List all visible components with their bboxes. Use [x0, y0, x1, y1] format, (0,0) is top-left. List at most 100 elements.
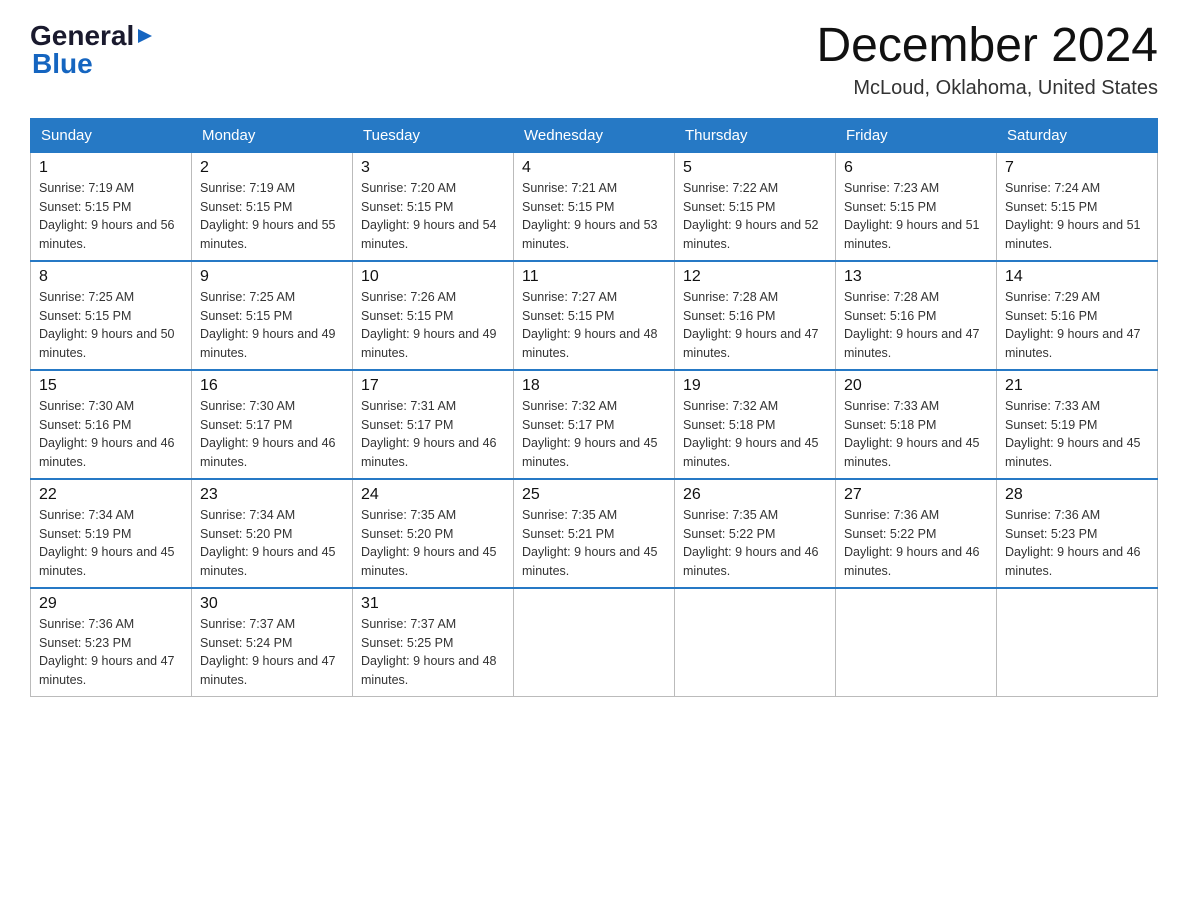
- sunset-label: Sunset: 5:15 PM: [39, 200, 131, 214]
- sunset-label: Sunset: 5:18 PM: [683, 418, 775, 432]
- sunrise-label: Sunrise: 7:20 AM: [361, 181, 456, 195]
- daylight-label: Daylight: 9 hours and 55 minutes.: [200, 218, 336, 251]
- sunrise-label: Sunrise: 7:36 AM: [844, 508, 939, 522]
- day-number: 13: [844, 268, 988, 286]
- sunrise-label: Sunrise: 7:36 AM: [1005, 508, 1100, 522]
- header-sunday: Sunday: [31, 118, 192, 152]
- header-saturday: Saturday: [997, 118, 1158, 152]
- day-info: Sunrise: 7:32 AM Sunset: 5:18 PM Dayligh…: [683, 397, 827, 472]
- daylight-label: Daylight: 9 hours and 53 minutes.: [522, 218, 658, 251]
- sunrise-label: Sunrise: 7:27 AM: [522, 290, 617, 304]
- day-info: Sunrise: 7:28 AM Sunset: 5:16 PM Dayligh…: [844, 288, 988, 363]
- sunrise-label: Sunrise: 7:26 AM: [361, 290, 456, 304]
- calendar-day-cell: [997, 588, 1158, 697]
- day-number: 31: [361, 595, 505, 613]
- daylight-label: Daylight: 9 hours and 56 minutes.: [39, 218, 175, 251]
- sunrise-label: Sunrise: 7:24 AM: [1005, 181, 1100, 195]
- calendar-week-row: 22 Sunrise: 7:34 AM Sunset: 5:19 PM Dayl…: [31, 479, 1158, 588]
- calendar-day-cell: 21 Sunrise: 7:33 AM Sunset: 5:19 PM Dayl…: [997, 370, 1158, 479]
- day-info: Sunrise: 7:20 AM Sunset: 5:15 PM Dayligh…: [361, 179, 505, 254]
- logo-line2: Blue: [30, 48, 154, 80]
- calendar-day-cell: 8 Sunrise: 7:25 AM Sunset: 5:15 PM Dayli…: [31, 261, 192, 370]
- day-info: Sunrise: 7:25 AM Sunset: 5:15 PM Dayligh…: [200, 288, 344, 363]
- calendar-day-cell: 3 Sunrise: 7:20 AM Sunset: 5:15 PM Dayli…: [353, 152, 514, 261]
- day-number: 30: [200, 595, 344, 613]
- logo-arrow-icon: [136, 27, 154, 45]
- day-info: Sunrise: 7:23 AM Sunset: 5:15 PM Dayligh…: [844, 179, 988, 254]
- sunset-label: Sunset: 5:16 PM: [683, 309, 775, 323]
- sunset-label: Sunset: 5:15 PM: [361, 200, 453, 214]
- calendar-day-cell: 18 Sunrise: 7:32 AM Sunset: 5:17 PM Dayl…: [514, 370, 675, 479]
- daylight-label: Daylight: 9 hours and 45 minutes.: [844, 436, 980, 469]
- weekday-header-row: Sunday Monday Tuesday Wednesday Thursday…: [31, 118, 1158, 152]
- sunrise-label: Sunrise: 7:22 AM: [683, 181, 778, 195]
- daylight-label: Daylight: 9 hours and 49 minutes.: [200, 327, 336, 360]
- day-info: Sunrise: 7:36 AM Sunset: 5:23 PM Dayligh…: [1005, 506, 1149, 581]
- daylight-label: Daylight: 9 hours and 47 minutes.: [1005, 327, 1141, 360]
- day-info: Sunrise: 7:37 AM Sunset: 5:24 PM Dayligh…: [200, 615, 344, 690]
- header-friday: Friday: [836, 118, 997, 152]
- day-number: 3: [361, 159, 505, 177]
- day-number: 8: [39, 268, 183, 286]
- day-number: 11: [522, 268, 666, 286]
- calendar-week-row: 8 Sunrise: 7:25 AM Sunset: 5:15 PM Dayli…: [31, 261, 1158, 370]
- sunrise-label: Sunrise: 7:19 AM: [39, 181, 134, 195]
- location-title: McLoud, Oklahoma, United States: [816, 77, 1158, 100]
- sunset-label: Sunset: 5:17 PM: [361, 418, 453, 432]
- header-monday: Monday: [192, 118, 353, 152]
- calendar-day-cell: 11 Sunrise: 7:27 AM Sunset: 5:15 PM Dayl…: [514, 261, 675, 370]
- sunrise-label: Sunrise: 7:30 AM: [39, 399, 134, 413]
- calendar-day-cell: 23 Sunrise: 7:34 AM Sunset: 5:20 PM Dayl…: [192, 479, 353, 588]
- calendar-day-cell: 14 Sunrise: 7:29 AM Sunset: 5:16 PM Dayl…: [997, 261, 1158, 370]
- calendar-day-cell: 17 Sunrise: 7:31 AM Sunset: 5:17 PM Dayl…: [353, 370, 514, 479]
- sunrise-label: Sunrise: 7:28 AM: [844, 290, 939, 304]
- sunset-label: Sunset: 5:19 PM: [39, 527, 131, 541]
- day-info: Sunrise: 7:35 AM Sunset: 5:22 PM Dayligh…: [683, 506, 827, 581]
- calendar-day-cell: [836, 588, 997, 697]
- sunset-label: Sunset: 5:18 PM: [844, 418, 936, 432]
- daylight-label: Daylight: 9 hours and 51 minutes.: [844, 218, 980, 251]
- day-info: Sunrise: 7:27 AM Sunset: 5:15 PM Dayligh…: [522, 288, 666, 363]
- sunrise-label: Sunrise: 7:35 AM: [683, 508, 778, 522]
- calendar-week-row: 15 Sunrise: 7:30 AM Sunset: 5:16 PM Dayl…: [31, 370, 1158, 479]
- day-info: Sunrise: 7:33 AM Sunset: 5:18 PM Dayligh…: [844, 397, 988, 472]
- calendar-day-cell: 6 Sunrise: 7:23 AM Sunset: 5:15 PM Dayli…: [836, 152, 997, 261]
- day-number: 18: [522, 377, 666, 395]
- calendar-day-cell: 30 Sunrise: 7:37 AM Sunset: 5:24 PM Dayl…: [192, 588, 353, 697]
- sunset-label: Sunset: 5:15 PM: [200, 200, 292, 214]
- day-info: Sunrise: 7:28 AM Sunset: 5:16 PM Dayligh…: [683, 288, 827, 363]
- calendar-day-cell: 4 Sunrise: 7:21 AM Sunset: 5:15 PM Dayli…: [514, 152, 675, 261]
- day-number: 14: [1005, 268, 1149, 286]
- month-title: December 2024: [816, 20, 1158, 73]
- day-number: 22: [39, 486, 183, 504]
- header-thursday: Thursday: [675, 118, 836, 152]
- day-info: Sunrise: 7:24 AM Sunset: 5:15 PM Dayligh…: [1005, 179, 1149, 254]
- day-number: 23: [200, 486, 344, 504]
- sunrise-label: Sunrise: 7:37 AM: [361, 617, 456, 631]
- day-info: Sunrise: 7:29 AM Sunset: 5:16 PM Dayligh…: [1005, 288, 1149, 363]
- sunset-label: Sunset: 5:16 PM: [844, 309, 936, 323]
- calendar-day-cell: 12 Sunrise: 7:28 AM Sunset: 5:16 PM Dayl…: [675, 261, 836, 370]
- sunrise-label: Sunrise: 7:36 AM: [39, 617, 134, 631]
- day-number: 16: [200, 377, 344, 395]
- day-number: 29: [39, 595, 183, 613]
- calendar-day-cell: 9 Sunrise: 7:25 AM Sunset: 5:15 PM Dayli…: [192, 261, 353, 370]
- day-number: 25: [522, 486, 666, 504]
- calendar-day-cell: [675, 588, 836, 697]
- calendar-day-cell: [514, 588, 675, 697]
- sunrise-label: Sunrise: 7:21 AM: [522, 181, 617, 195]
- daylight-label: Daylight: 9 hours and 47 minutes.: [683, 327, 819, 360]
- daylight-label: Daylight: 9 hours and 45 minutes.: [361, 545, 497, 578]
- sunset-label: Sunset: 5:22 PM: [683, 527, 775, 541]
- daylight-label: Daylight: 9 hours and 45 minutes.: [1005, 436, 1141, 469]
- sunset-label: Sunset: 5:16 PM: [39, 418, 131, 432]
- daylight-label: Daylight: 9 hours and 47 minutes.: [39, 654, 175, 687]
- sunset-label: Sunset: 5:17 PM: [200, 418, 292, 432]
- sunrise-label: Sunrise: 7:28 AM: [683, 290, 778, 304]
- daylight-label: Daylight: 9 hours and 48 minutes.: [361, 654, 497, 687]
- day-number: 17: [361, 377, 505, 395]
- sunset-label: Sunset: 5:20 PM: [200, 527, 292, 541]
- sunset-label: Sunset: 5:16 PM: [1005, 309, 1097, 323]
- day-info: Sunrise: 7:33 AM Sunset: 5:19 PM Dayligh…: [1005, 397, 1149, 472]
- daylight-label: Daylight: 9 hours and 49 minutes.: [361, 327, 497, 360]
